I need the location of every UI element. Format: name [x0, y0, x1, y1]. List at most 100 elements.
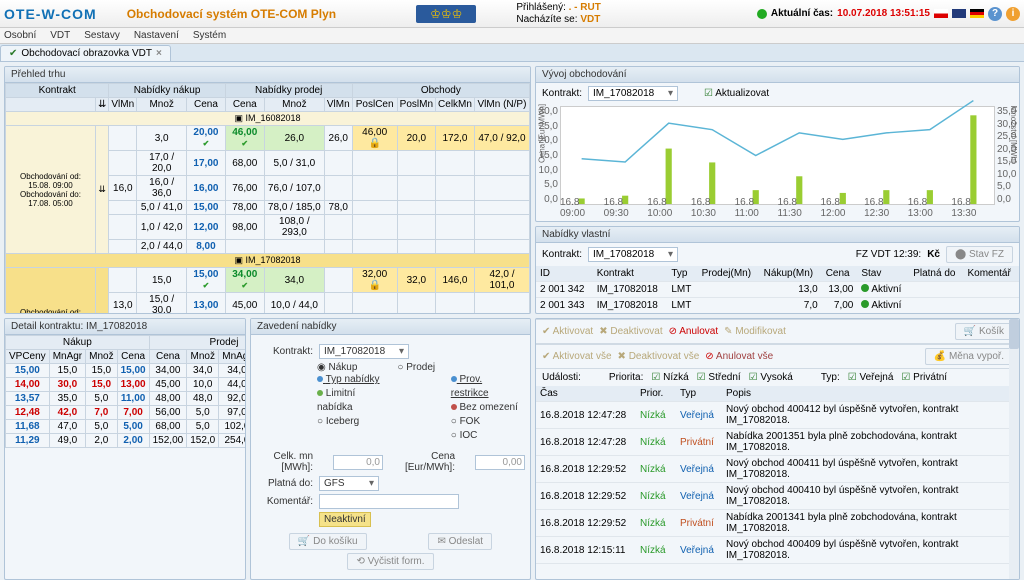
- table-cell[interactable]: 172,0: [436, 126, 475, 151]
- act-modifikovat[interactable]: ✎ Modifikovat: [724, 326, 786, 337]
- act-deaktivovat-vse[interactable]: ✖ Deaktivovat vše: [618, 351, 700, 362]
- table-cell[interactable]: 48,00: [822, 314, 858, 315]
- menu-osobni[interactable]: Osobní: [4, 30, 36, 41]
- table-cell[interactable]: 16,0: [109, 176, 137, 201]
- table-cell[interactable]: 32,00 🔒: [352, 268, 397, 293]
- table-cell[interactable]: 46,00 🔒: [352, 126, 397, 151]
- table-cell[interactable]: 10,0 / 44,0: [264, 293, 324, 315]
- table-cell[interactable]: 108,0 / 293,0: [264, 215, 324, 240]
- c-mnoz[interactable]: Množ: [137, 98, 187, 112]
- oc-pd[interactable]: Platná do: [909, 266, 963, 282]
- table-cell[interactable]: Nízká: [636, 429, 676, 456]
- qty-input[interactable]: [333, 455, 383, 470]
- table-cell[interactable]: [436, 215, 475, 240]
- table-cell[interactable]: 34,0: [219, 364, 246, 378]
- table-cell[interactable]: 49,0: [49, 434, 85, 448]
- table-cell[interactable]: 15,00: [6, 364, 50, 378]
- table-cell[interactable]: Nový obchod 400411 byl úspěšně vytvořen,…: [722, 456, 1019, 483]
- act-deaktivovat[interactable]: ✖ Deaktivovat: [599, 326, 662, 337]
- table-cell[interactable]: [436, 240, 475, 254]
- act-aktivovat[interactable]: ✔ Aktivovat: [542, 326, 593, 337]
- oc-cena[interactable]: Cena: [822, 266, 858, 282]
- valid-combo[interactable]: GFS: [319, 476, 379, 491]
- menu-nastaveni[interactable]: Nastavení: [134, 30, 179, 41]
- table-cell[interactable]: [436, 151, 475, 176]
- table-cell[interactable]: [397, 240, 435, 254]
- table-cell[interactable]: 7,0: [86, 406, 117, 420]
- contract-header[interactable]: ▣ IM_16082018: [6, 112, 530, 126]
- table-cell[interactable]: 42,0 / 101,0: [474, 268, 529, 293]
- table-cell[interactable]: 15,0: [86, 378, 117, 392]
- table-cell[interactable]: [760, 314, 822, 315]
- table-cell[interactable]: 152,00: [149, 434, 187, 448]
- table-cell[interactable]: 1,0 / 42,0: [137, 215, 187, 240]
- table-cell[interactable]: 16.8.2018 12:47:28: [536, 402, 636, 429]
- table-cell[interactable]: 5,0: [86, 420, 117, 434]
- dc-mnoz[interactable]: Množ: [86, 350, 117, 364]
- opt-iceberg[interactable]: ○ Iceberg: [317, 415, 391, 429]
- table-cell[interactable]: 34,0: [187, 364, 219, 378]
- table-cell[interactable]: LMT: [667, 314, 697, 315]
- table-cell[interactable]: Nový obchod 400410 byl úspěšně vytvořen,…: [722, 483, 1019, 510]
- events-scrollbar[interactable]: [1009, 319, 1019, 579]
- menu-sestavy[interactable]: Sestavy: [84, 30, 120, 41]
- table-cell[interactable]: 13,00: [117, 378, 149, 392]
- table-cell[interactable]: [324, 215, 352, 240]
- table-cell[interactable]: 78,0 / 185,0: [264, 201, 324, 215]
- table-cell[interactable]: 35,0: [49, 392, 85, 406]
- c-vlmn-s[interactable]: VlMn: [324, 98, 352, 112]
- table-cell[interactable]: Aktivní: [857, 314, 909, 315]
- opt-bez[interactable]: Bez omezení: [451, 401, 520, 415]
- table-cell[interactable]: [352, 201, 397, 215]
- tab-vdt[interactable]: ✔ Obchodovací obrazovka VDT ×: [0, 45, 171, 61]
- table-cell[interactable]: Veřejná: [676, 483, 722, 510]
- ec-popis[interactable]: Popis: [722, 386, 1019, 402]
- chk-vysoka[interactable]: Vysoká: [749, 372, 793, 383]
- table-cell[interactable]: 13,0: [109, 293, 137, 315]
- table-cell[interactable]: 32,0: [397, 268, 435, 293]
- table-cell[interactable]: 7,0: [760, 298, 822, 314]
- table-cell[interactable]: 42,0: [49, 406, 85, 420]
- table-cell[interactable]: 15,00 ✔: [187, 268, 226, 293]
- table-cell[interactable]: 45,00: [225, 293, 264, 315]
- table-cell[interactable]: 13,00: [187, 293, 226, 315]
- table-cell[interactable]: [474, 240, 529, 254]
- table-cell[interactable]: [324, 293, 352, 315]
- table-cell[interactable]: 44,0: [219, 378, 246, 392]
- side-nakup-radio[interactable]: ◉ Nákup: [317, 362, 357, 373]
- table-cell[interactable]: 68,00: [225, 151, 264, 176]
- menu-system[interactable]: Systém: [193, 30, 226, 41]
- table-cell[interactable]: 47,0 / 92,0: [474, 126, 529, 151]
- table-cell[interactable]: [109, 201, 137, 215]
- table-cell[interactable]: [698, 298, 760, 314]
- table-cell[interactable]: 20,0: [397, 126, 435, 151]
- price-input[interactable]: [475, 455, 525, 470]
- act-anulovat-vse[interactable]: ⊘ Anulovat vše: [705, 351, 773, 362]
- oc-kom[interactable]: Komentář: [963, 266, 1019, 282]
- table-cell[interactable]: 16.8.2018 12:29:52: [536, 483, 636, 510]
- table-cell[interactable]: [109, 215, 137, 240]
- table-cell[interactable]: 16.8.2018 12:29:52: [536, 456, 636, 483]
- table-cell[interactable]: LMT: [667, 298, 697, 314]
- prov-hdr[interactable]: Prov. restrikce: [451, 373, 520, 401]
- table-cell[interactable]: 7,00: [117, 406, 149, 420]
- table-cell[interactable]: 45,00: [149, 378, 187, 392]
- table-cell[interactable]: 15,00: [117, 364, 149, 378]
- table-cell[interactable]: 3,0: [137, 126, 187, 151]
- table-cell[interactable]: 5,0 / 31,0: [264, 151, 324, 176]
- info-icon[interactable]: i: [1006, 7, 1020, 21]
- table-cell[interactable]: [109, 240, 137, 254]
- table-cell[interactable]: [436, 201, 475, 215]
- oc-kon[interactable]: Kontrakt: [593, 266, 668, 282]
- table-cell[interactable]: [436, 176, 475, 201]
- table-cell[interactable]: 13,57: [6, 392, 50, 406]
- table-cell[interactable]: [352, 293, 397, 315]
- flag-cz-icon[interactable]: [934, 9, 948, 18]
- table-cell[interactable]: IM_17082018: [593, 314, 668, 315]
- table-cell[interactable]: [264, 240, 324, 254]
- table-cell[interactable]: 152,0: [187, 434, 219, 448]
- table-cell[interactable]: 12,48: [6, 406, 50, 420]
- table-cell[interactable]: 48,00: [149, 392, 187, 406]
- table-cell[interactable]: 30,0: [49, 378, 85, 392]
- table-cell[interactable]: [352, 240, 397, 254]
